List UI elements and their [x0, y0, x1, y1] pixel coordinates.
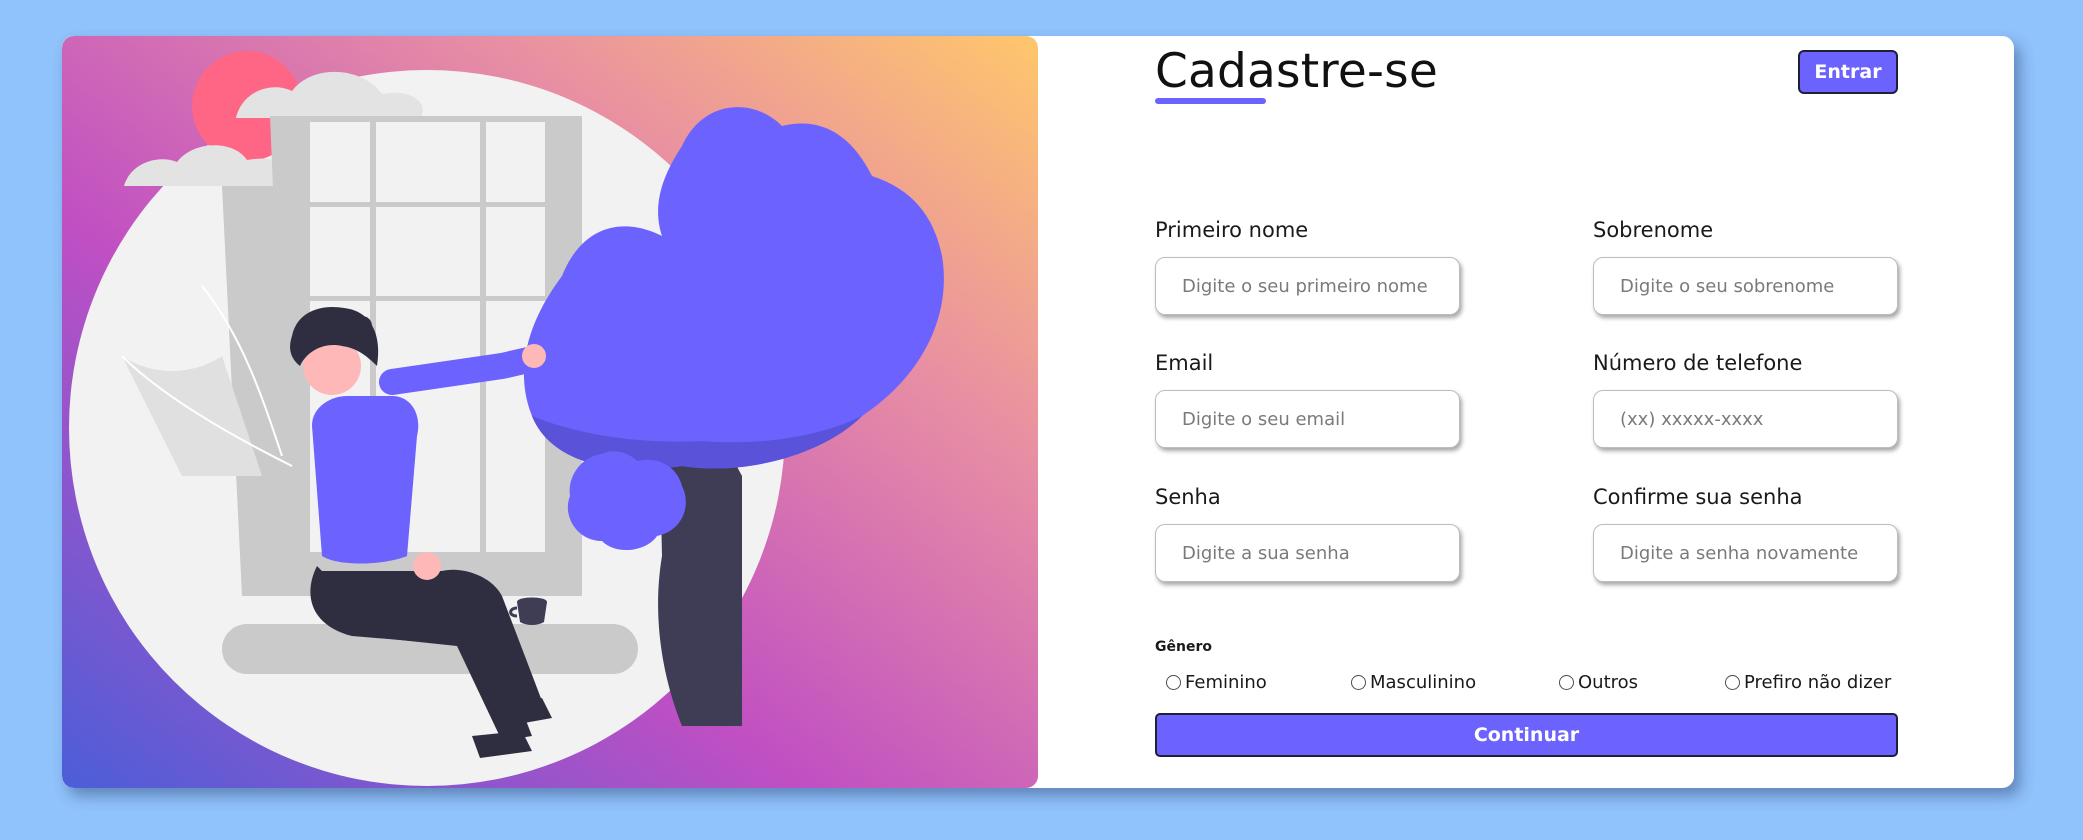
continue-button[interactable]: Continuar: [1155, 713, 1898, 757]
email-field: Email: [1155, 350, 1465, 448]
signup-card: Cadastre-se Entrar Primeiro nome Sobreno…: [62, 36, 2014, 788]
confirm-password-field: Confirme sua senha: [1593, 484, 1903, 582]
password-field: Senha: [1155, 484, 1465, 582]
phone-field: Número de telefone: [1593, 350, 1903, 448]
phone-input[interactable]: [1593, 390, 1898, 448]
radio-button[interactable]: [1166, 674, 1181, 690]
email-input[interactable]: [1155, 390, 1460, 448]
email-label: Email: [1155, 351, 1214, 375]
gender-option-prefiro-nao-dizer[interactable]: Prefiro não dizer: [1725, 670, 1891, 694]
last-name-field: Sobrenome: [1593, 217, 1903, 315]
gender-option-label: Feminino: [1185, 671, 1267, 693]
radio-button[interactable]: [1725, 674, 1740, 690]
gender-option-masculinino[interactable]: Masculinino: [1351, 670, 1476, 694]
title-underline: [1155, 98, 1266, 104]
phone-label: Número de telefone: [1593, 351, 1803, 375]
gender-title: Gênero: [1155, 639, 1212, 655]
last-name-input[interactable]: [1593, 257, 1898, 315]
page-title: Cadastre-se: [1155, 44, 1438, 99]
gender-option-outros[interactable]: Outros: [1559, 670, 1638, 694]
confirm-password-label: Confirme sua senha: [1593, 485, 1803, 509]
gender-option-label: Masculinino: [1370, 671, 1477, 693]
radio-button[interactable]: [1351, 674, 1366, 690]
first-name-label: Primeiro nome: [1155, 218, 1309, 242]
last-name-label: Sobrenome: [1593, 218, 1714, 242]
password-input[interactable]: [1155, 524, 1460, 582]
gender-option-label: Outros: [1578, 671, 1639, 693]
confirm-password-input[interactable]: [1593, 524, 1898, 582]
password-label: Senha: [1155, 485, 1221, 509]
first-name-field: Primeiro nome: [1155, 217, 1465, 315]
signup-form: Cadastre-se Entrar Primeiro nome Sobreno…: [1155, 36, 1905, 788]
radio-button[interactable]: [1559, 674, 1574, 690]
gender-option-label: Prefiro não dizer: [1744, 671, 1892, 693]
hero-panel: [62, 36, 1038, 788]
woman-sitting-by-window-illustration: [69, 51, 944, 786]
login-button[interactable]: Entrar: [1798, 50, 1898, 94]
first-name-input[interactable]: [1155, 257, 1460, 315]
gender-option-feminino[interactable]: Feminino: [1166, 670, 1267, 694]
